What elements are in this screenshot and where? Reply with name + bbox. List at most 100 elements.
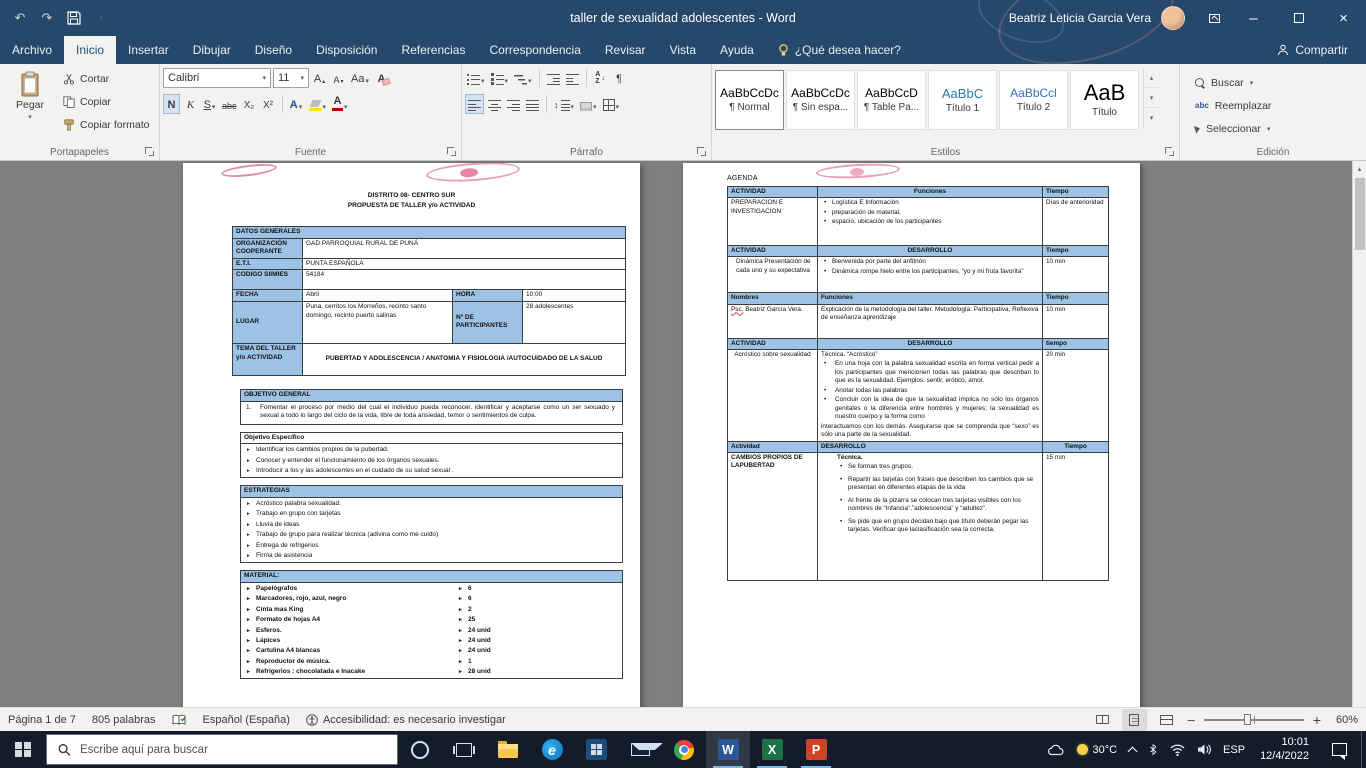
zoom-slider[interactable] (1204, 719, 1304, 721)
quick-access-dropdown-icon[interactable]: ▾ (93, 10, 109, 26)
font-color-button[interactable]: A▾ (330, 94, 350, 114)
proofing-status[interactable] (164, 708, 195, 731)
account-name[interactable]: Beatriz Leticia Garcia Vera (1009, 11, 1151, 25)
taskbar-search-box[interactable] (46, 734, 398, 765)
bold-button[interactable]: N (163, 94, 180, 114)
undo-icon[interactable]: ↶ (12, 10, 28, 26)
format-painter-button[interactable]: Copiar formato (59, 114, 153, 136)
font-name-combo[interactable]: Calibri ▾ (163, 68, 271, 88)
style-titulo[interactable]: AaB Título (1070, 70, 1139, 130)
parrafo-dialog-launcher[interactable] (697, 147, 707, 157)
style-sin-espaciado[interactable]: AaBbCcDc ¶ Sin espa... (786, 70, 855, 130)
text-effects-button[interactable]: A▾ (288, 94, 305, 114)
page-indicator[interactable]: Página 1 de 7 (0, 708, 84, 731)
borders-button[interactable]: ▾ (601, 94, 622, 114)
cut-button[interactable]: Cortar (59, 68, 153, 90)
zoom-out-button[interactable]: – (1186, 712, 1197, 727)
line-spacing-button[interactable]: ↕▾ (552, 94, 576, 114)
save-icon[interactable] (66, 10, 82, 26)
styles-scroll-down-icon[interactable]: ▾ (1144, 88, 1159, 108)
zoom-in-button[interactable]: + (1311, 712, 1323, 728)
paste-button[interactable]: Pegar ▾ (3, 68, 57, 142)
tab-revisar[interactable]: Revisar (593, 36, 658, 64)
volume-button[interactable] (1191, 731, 1217, 768)
decrease-indent-button[interactable] (545, 68, 562, 88)
sort-button[interactable]: AZ↓ (592, 68, 609, 88)
scroll-up-icon[interactable]: ▴ (1353, 161, 1366, 176)
tab-ayuda[interactable]: Ayuda (708, 36, 766, 64)
tab-archivo[interactable]: Archivo (0, 36, 64, 64)
tell-me-box[interactable]: ¿Qué desea hacer? (766, 36, 913, 64)
estilos-dialog-launcher[interactable] (1165, 147, 1175, 157)
tab-disposicion[interactable]: Disposición (304, 36, 389, 64)
print-layout-button[interactable] (1122, 709, 1147, 731)
web-layout-button[interactable] (1154, 709, 1179, 731)
styles-more-icon[interactable]: ▾ (1144, 108, 1159, 128)
ribbon-display-options-button[interactable] (1197, 0, 1231, 36)
weather-widget[interactable]: 30°C (1071, 731, 1123, 768)
accessibility-status[interactable]: Accesibilidad: es necesario investigar (298, 708, 514, 731)
scrollbar-thumb[interactable] (1355, 178, 1365, 250)
highlight-button[interactable]: ▾ (307, 94, 329, 114)
show-hidden-icons-button[interactable] (1123, 731, 1142, 768)
fuente-dialog-launcher[interactable] (447, 147, 457, 157)
font-size-combo[interactable]: 11 ▾ (273, 68, 309, 88)
style-titulo-1[interactable]: AaBbC Título 1 (928, 70, 997, 130)
superscript-button[interactable]: X² (260, 94, 277, 114)
network-button[interactable] (1164, 731, 1191, 768)
select-button[interactable]: Seleccionar ▾ (1195, 119, 1363, 138)
styles-scroll-up-icon[interactable]: ▴ (1144, 68, 1159, 88)
shading-button[interactable]: ▾ (578, 94, 599, 114)
find-button[interactable]: Buscar ▾ (1195, 73, 1363, 92)
align-left-button[interactable] (465, 94, 484, 114)
tab-insertar[interactable]: Insertar (116, 36, 181, 64)
show-desktop-button[interactable] (1361, 731, 1366, 768)
bullet-list-button[interactable]: ▾ (465, 68, 487, 88)
strikethrough-button[interactable]: abc (220, 94, 239, 114)
show-paragraph-marks-button[interactable]: ¶ (611, 68, 628, 88)
chrome-button[interactable] (662, 731, 706, 768)
store-button[interactable] (574, 731, 618, 768)
zoom-slider-thumb[interactable] (1244, 714, 1251, 725)
tab-diseno[interactable]: Diseño (243, 36, 304, 64)
change-case-button[interactable]: Aa▾ (349, 68, 371, 88)
tab-dibujar[interactable]: Dibujar (181, 36, 243, 64)
clear-formatting-button[interactable]: A (373, 68, 390, 88)
vertical-scrollbar[interactable]: ▴ (1352, 161, 1366, 707)
replace-button[interactable]: abc Reemplazar (1195, 96, 1363, 115)
redo-icon[interactable]: ↷ (39, 10, 55, 26)
language-indicator[interactable]: Español (España) (195, 708, 298, 731)
shrink-font-button[interactable]: A▾ (330, 68, 347, 88)
underline-button[interactable]: S▾ (201, 94, 218, 114)
subscript-button[interactable]: X₂ (241, 94, 258, 114)
numbered-list-button[interactable]: ▾ (489, 68, 511, 88)
bluetooth-button[interactable] (1142, 731, 1164, 768)
copy-button[interactable]: Copiar (59, 91, 153, 113)
read-mode-button[interactable] (1090, 709, 1115, 731)
cortana-button[interactable] (398, 731, 442, 768)
tab-inicio[interactable]: Inicio (64, 36, 116, 64)
action-center-button[interactable] (1318, 731, 1361, 768)
align-center-button[interactable] (486, 94, 503, 114)
language-button[interactable]: ESP (1217, 731, 1251, 768)
style-normal[interactable]: AaBbCcDc ¶ Normal (715, 70, 784, 130)
close-button[interactable]: × (1321, 0, 1366, 36)
style-titulo-2[interactable]: AaBbCcl Título 2 (999, 70, 1068, 130)
mail-button[interactable] (618, 731, 662, 768)
minimize-button[interactable]: – (1231, 0, 1276, 36)
style-table-paragraph[interactable]: AaBbCcD ¶ Table Pa... (857, 70, 926, 130)
italic-button[interactable]: K (182, 94, 199, 114)
zoom-percentage[interactable]: 60% (1330, 714, 1358, 726)
powerpoint-taskbar-button[interactable]: P (794, 731, 838, 768)
tab-vista[interactable]: Vista (658, 36, 708, 64)
excel-taskbar-button[interactable]: X (750, 731, 794, 768)
edge-button[interactable]: e (530, 731, 574, 768)
tab-correspondencia[interactable]: Correspondencia (477, 36, 592, 64)
increase-indent-button[interactable] (564, 68, 581, 88)
maximize-button[interactable] (1276, 0, 1321, 36)
word-count[interactable]: 805 palabras (84, 708, 164, 731)
word-taskbar-button[interactable]: W (706, 731, 750, 768)
onedrive-button[interactable] (1041, 731, 1071, 768)
justify-button[interactable] (524, 94, 541, 114)
document-page-1[interactable]: DISTRITO 08- CENTRO SUR PROPUESTA DE TAL… (183, 163, 640, 707)
